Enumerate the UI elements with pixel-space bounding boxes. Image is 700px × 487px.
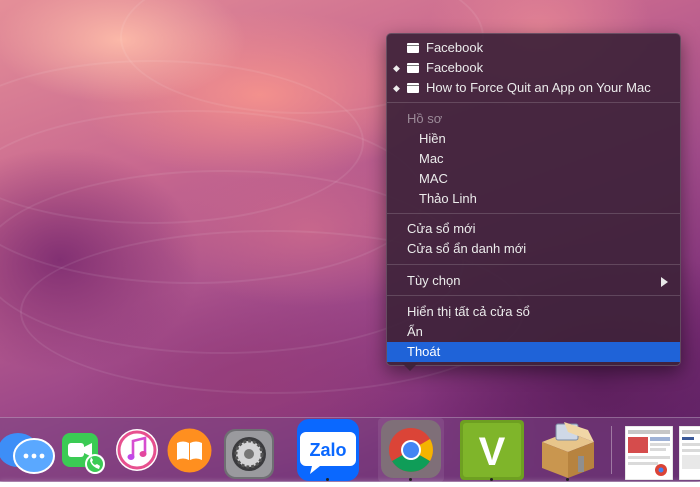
menu-item-window-facebook-2[interactable]: ◆ Facebook — [387, 58, 680, 78]
v-app-letter: V — [479, 430, 506, 474]
dock-minimized-window-2[interactable] — [678, 425, 700, 481]
dock-divider — [611, 426, 612, 474]
zalo-icon: Zalo — [297, 419, 359, 481]
dock-app-messages[interactable] — [0, 430, 56, 478]
window-icon — [407, 43, 419, 53]
window-icon — [407, 63, 419, 73]
window-thumbnail-icon — [624, 425, 674, 481]
gear-icon — [224, 429, 274, 479]
dock-minimized-window-1[interactable] — [624, 425, 674, 481]
menu-item-quit[interactable]: Thoát — [387, 342, 680, 362]
dock-app-archive-utility[interactable] — [534, 420, 602, 482]
ibooks-icon — [167, 428, 212, 473]
dock: Zalo V — [0, 417, 700, 482]
menu-separator — [387, 264, 680, 265]
menu-separator — [387, 102, 680, 103]
menu-item-window-force-quit-article[interactable]: ◆ How to Force Quit an App on Your Mac — [387, 78, 680, 98]
dock-app-itunes[interactable] — [115, 428, 159, 472]
messages-icon — [0, 433, 55, 474]
dock-app-facetime[interactable] — [62, 431, 106, 475]
itunes-icon — [116, 429, 158, 471]
zalo-logo-text: Zalo — [309, 440, 346, 460]
menu-item-profile-mac-upper[interactable]: MAC — [387, 169, 680, 189]
menu-item-show-all-windows[interactable]: Hiển thị tất cả cửa sổ — [387, 302, 680, 322]
menu-item-hide[interactable]: Ẩn — [387, 322, 680, 342]
window-icon — [407, 83, 419, 93]
window-thumbnail-icon — [678, 425, 700, 481]
menu-item-profile-thao-linh[interactable]: Thảo Linh — [387, 189, 680, 209]
menu-item-new-window[interactable]: Cửa sổ mới — [387, 219, 680, 239]
chrome-icon — [381, 420, 441, 478]
menu-item-window-facebook-1[interactable]: Facebook — [387, 38, 680, 58]
archive-icon — [542, 422, 594, 478]
menu-item-profile-hien[interactable]: Hiền — [387, 129, 680, 149]
submenu-arrow-icon — [661, 277, 668, 287]
dock-context-menu: Facebook ◆ Facebook ◆ How to Force Quit … — [386, 33, 681, 366]
menu-pointer — [402, 363, 418, 371]
menu-item-new-incognito-window[interactable]: Cửa sổ ẩn danh mới — [387, 239, 680, 259]
menu-separator — [387, 295, 680, 296]
menu-item-profile-mac-lower[interactable]: Mac — [387, 149, 680, 169]
dock-app-system-preferences[interactable] — [222, 428, 276, 480]
dock-app-zalo[interactable]: Zalo — [296, 418, 360, 482]
current-window-marker: ◆ — [393, 83, 400, 93]
menu-item-options[interactable]: Tùy chọn — [387, 271, 680, 291]
dock-app-ibooks[interactable] — [167, 428, 212, 473]
menu-header-profiles: Hồ sơ — [407, 111, 443, 126]
dock-app-v[interactable]: V — [458, 418, 526, 482]
v-app-icon: V — [460, 420, 524, 480]
current-window-marker: ◆ — [393, 63, 400, 73]
menu-separator — [387, 213, 680, 214]
facetime-icon — [62, 433, 105, 474]
dock-app-chrome[interactable] — [378, 418, 444, 482]
